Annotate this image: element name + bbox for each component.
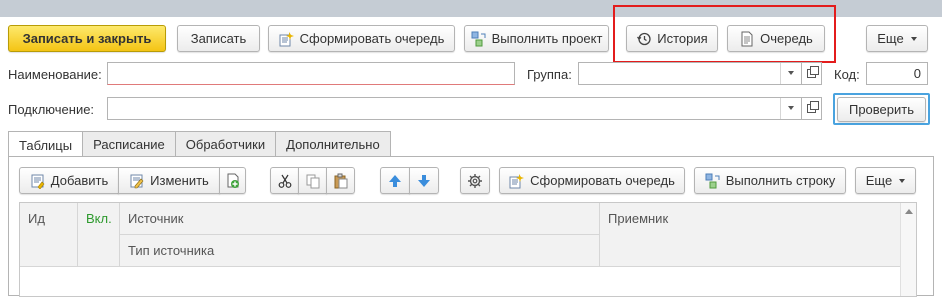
arrow-down-icon <box>416 173 432 189</box>
run-project-button[interactable]: Выполнить проект <box>464 25 609 52</box>
scroll-up-icon[interactable] <box>905 209 913 214</box>
tab-additional-label: Дополнительно <box>286 137 380 152</box>
tab-handlers-label: Обработчики <box>185 137 266 152</box>
edit-button-group: Добавить Изменить <box>19 167 246 194</box>
column-header-source[interactable]: Источник Тип источника <box>120 203 600 267</box>
run-row-button[interactable]: Выполнить строку <box>694 167 846 194</box>
move-button-group <box>380 167 439 194</box>
edit-label: Изменить <box>150 173 209 188</box>
more-label: Еще <box>877 31 904 46</box>
save-button[interactable]: Записать <box>177 25 260 52</box>
name-input[interactable] <box>107 62 515 85</box>
column-source-type-label: Тип источника <box>128 243 215 258</box>
column-receiver-label: Приемник <box>608 211 669 226</box>
open-form-icon <box>807 101 819 113</box>
tab-handlers[interactable]: Обработчики <box>174 131 277 157</box>
grid-header: Ид Вкл. Источник Тип источника Приемник <box>20 203 901 267</box>
dropdown-arrow-icon <box>788 71 794 75</box>
cut-button[interactable] <box>270 167 299 194</box>
group-label: Группа: <box>527 67 572 82</box>
add-icon <box>30 173 46 189</box>
group-select[interactable] <box>578 62 802 85</box>
run-row-label: Выполнить строку <box>725 173 836 188</box>
form-queue-icon <box>509 173 525 189</box>
form-queue-icon <box>279 31 295 47</box>
tab-additional[interactable]: Дополнительно <box>275 131 391 157</box>
run-project-icon <box>471 31 487 47</box>
dropdown-arrow-icon <box>788 106 794 110</box>
add-copy-icon <box>225 173 241 189</box>
column-header-id[interactable]: Ид <box>20 203 78 267</box>
more-button[interactable]: Еще <box>866 25 928 52</box>
add-label: Добавить <box>50 173 109 188</box>
open-form-icon <box>807 66 819 78</box>
queue-button[interactable]: Очередь <box>727 25 825 52</box>
tables-grid[interactable]: Ид Вкл. Источник Тип источника Приемник <box>19 202 917 297</box>
window-top-band <box>0 0 942 17</box>
chevron-down-icon <box>899 178 906 183</box>
code-label: Код: <box>834 67 860 82</box>
save-label: Записать <box>190 31 247 46</box>
check-button[interactable]: Проверить <box>837 97 926 122</box>
column-enabled-label: Вкл. <box>86 211 112 226</box>
table-more-label: Еще <box>865 173 893 188</box>
column-id-label: Ид <box>28 211 45 226</box>
paste-button[interactable] <box>326 167 355 194</box>
column-source-label: Источник <box>128 211 184 226</box>
column-header-enabled[interactable]: Вкл. <box>78 203 120 267</box>
run-row-icon <box>705 173 721 189</box>
name-label: Наименование: <box>8 67 102 82</box>
table-form-queue-label: Сформировать очередь <box>530 173 675 188</box>
scissors-icon <box>277 173 293 189</box>
check-button-focus-frame: Проверить <box>833 93 930 125</box>
move-down-button[interactable] <box>409 167 439 194</box>
group-open-button[interactable] <box>802 62 822 85</box>
form-queue-label: Сформировать очередь <box>299 31 445 46</box>
form-queue-button[interactable]: Сформировать очередь <box>268 25 455 52</box>
tab-tables[interactable]: Таблицы <box>8 131 84 158</box>
paste-icon <box>333 173 349 189</box>
clipboard-button-group <box>270 167 355 194</box>
connection-label: Подключение: <box>8 102 95 117</box>
history-label: История <box>657 31 708 46</box>
save-and-close-label: Записать и закрыть <box>22 31 152 46</box>
save-and-close-button[interactable]: Записать и закрыть <box>8 25 166 52</box>
check-label: Проверить <box>848 102 914 117</box>
tab-tables-label: Таблицы <box>19 137 73 153</box>
table-form-queue-button[interactable]: Сформировать очередь <box>499 167 685 194</box>
connection-select[interactable] <box>107 97 802 120</box>
history-button[interactable]: История <box>626 25 718 52</box>
tab-bar: Таблицы Расписание Обработчики Дополните… <box>8 131 391 158</box>
connection-open-button[interactable] <box>802 97 822 120</box>
code-input[interactable]: 0 <box>866 62 928 85</box>
settings-button[interactable] <box>460 167 490 194</box>
run-project-label: Выполнить проект <box>491 31 603 46</box>
queue-label: Очередь <box>760 31 813 46</box>
history-icon <box>636 31 652 47</box>
table-more-button[interactable]: Еще <box>855 167 916 194</box>
column-header-source-type[interactable]: Тип источника <box>120 234 599 267</box>
copy-add-button[interactable] <box>219 167 246 194</box>
grid-scrollbar[interactable] <box>900 203 916 296</box>
gear-icon <box>467 173 483 189</box>
tab-schedule[interactable]: Расписание <box>82 131 176 157</box>
edit-button[interactable]: Изменить <box>118 167 220 194</box>
edit-icon <box>129 173 145 189</box>
column-header-receiver[interactable]: Приемник <box>600 203 901 267</box>
queue-document-icon <box>739 31 755 47</box>
tab-schedule-label: Расписание <box>93 137 165 152</box>
copy-icon <box>305 173 321 189</box>
move-up-button[interactable] <box>380 167 410 194</box>
arrow-up-icon <box>387 173 403 189</box>
add-button[interactable]: Добавить <box>19 167 119 194</box>
copy-button[interactable] <box>298 167 327 194</box>
chevron-down-icon <box>910 36 917 41</box>
